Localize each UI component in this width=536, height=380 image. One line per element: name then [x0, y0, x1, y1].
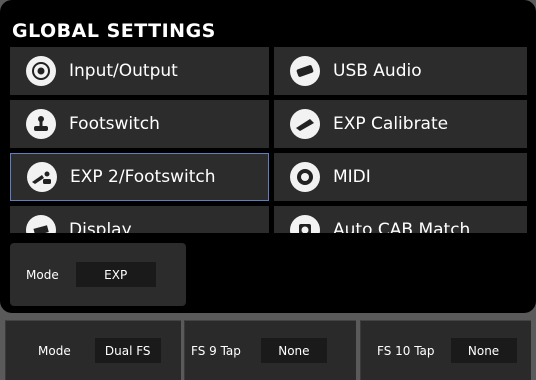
- param-label: FS 9 Tap: [191, 343, 241, 358]
- parameter-bar: Mode Dual FS FS 9 Tap None FS 10 Tap Non…: [5, 320, 531, 380]
- menu-item-input-output[interactable]: Input/Output: [10, 47, 269, 95]
- menu-item-label: Display: [69, 220, 132, 233]
- menu-item-display[interactable]: Display: [10, 206, 269, 233]
- menu-item-label: EXP Calibrate: [333, 114, 449, 134]
- usb-audio-icon: [290, 56, 320, 86]
- param-label: Mode: [38, 343, 71, 358]
- global-settings-panel: GLOBAL SETTINGS Input/Output USB Audio F…: [0, 0, 536, 313]
- menu-item-midi[interactable]: MIDI: [274, 153, 527, 201]
- exp2-footswitch-icon: [27, 162, 57, 192]
- menu-item-label: EXP 2/Footswitch: [70, 167, 216, 187]
- menu-item-auto-cab-match[interactable]: Auto CAB Match: [274, 206, 527, 233]
- param-cell-mode[interactable]: Mode Dual FS: [5, 320, 181, 380]
- menu-item-label: USB Audio: [333, 61, 422, 81]
- param-cell-fs10-tap[interactable]: FS 10 Tap None: [360, 320, 531, 380]
- auto-cab-icon: [290, 215, 320, 233]
- settings-menu-grid: Input/Output USB Audio Footswitch EXP Ca…: [10, 47, 527, 233]
- param-label: FS 10 Tap: [377, 343, 435, 358]
- footswitch-icon: [26, 109, 56, 139]
- input-output-icon: [26, 56, 56, 86]
- menu-item-usb-audio[interactable]: USB Audio: [274, 47, 527, 95]
- param-value[interactable]: Dual FS: [94, 338, 161, 363]
- mode-value[interactable]: EXP: [75, 262, 156, 287]
- menu-item-label: Auto CAB Match: [333, 220, 471, 233]
- page-title: GLOBAL SETTINGS: [12, 20, 216, 42]
- menu-item-exp2-footswitch[interactable]: EXP 2/Footswitch: [10, 153, 269, 201]
- menu-item-label: MIDI: [333, 167, 371, 187]
- display-icon: [26, 215, 56, 233]
- param-cell-fs9-tap[interactable]: FS 9 Tap None: [184, 320, 356, 380]
- menu-item-label: Input/Output: [69, 61, 178, 81]
- param-value[interactable]: None: [450, 338, 517, 363]
- mode-label: Mode: [26, 267, 59, 282]
- menu-item-footswitch[interactable]: Footswitch: [10, 100, 269, 148]
- menu-item-label: Footswitch: [69, 114, 160, 134]
- param-value[interactable]: None: [260, 338, 327, 363]
- exp-mode-setting[interactable]: Mode EXP: [10, 243, 186, 306]
- midi-icon: [290, 162, 320, 192]
- menu-item-exp-calibrate[interactable]: EXP Calibrate: [274, 100, 527, 148]
- exp-calibrate-icon: [290, 109, 320, 139]
